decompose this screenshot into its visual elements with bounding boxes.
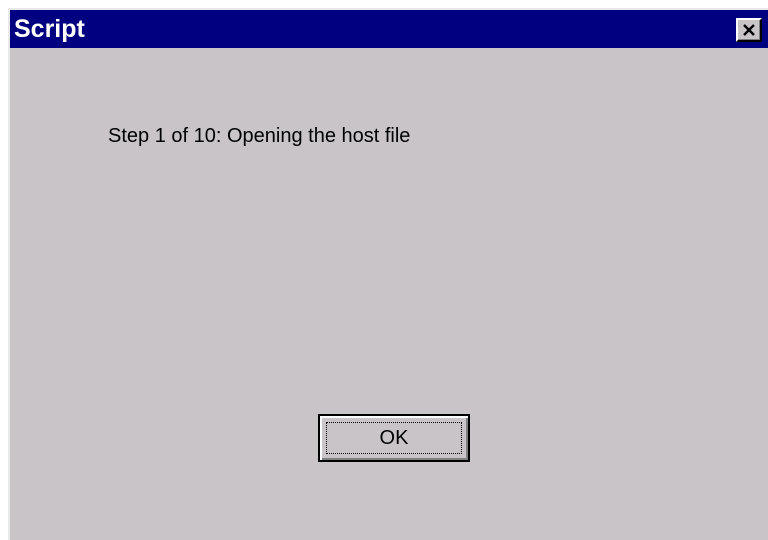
title-bar[interactable]: Script: [10, 10, 768, 48]
close-button[interactable]: [736, 18, 762, 42]
step-message: Step 1 of 10: Opening the host file: [108, 125, 411, 147]
close-icon: [743, 24, 755, 36]
script-dialog: Script Step 1 of 10: Opening the host fi…: [8, 8, 768, 540]
window-title: Script: [14, 15, 85, 43]
ok-button-label: OK: [326, 422, 462, 454]
ok-button[interactable]: OK: [318, 414, 470, 462]
